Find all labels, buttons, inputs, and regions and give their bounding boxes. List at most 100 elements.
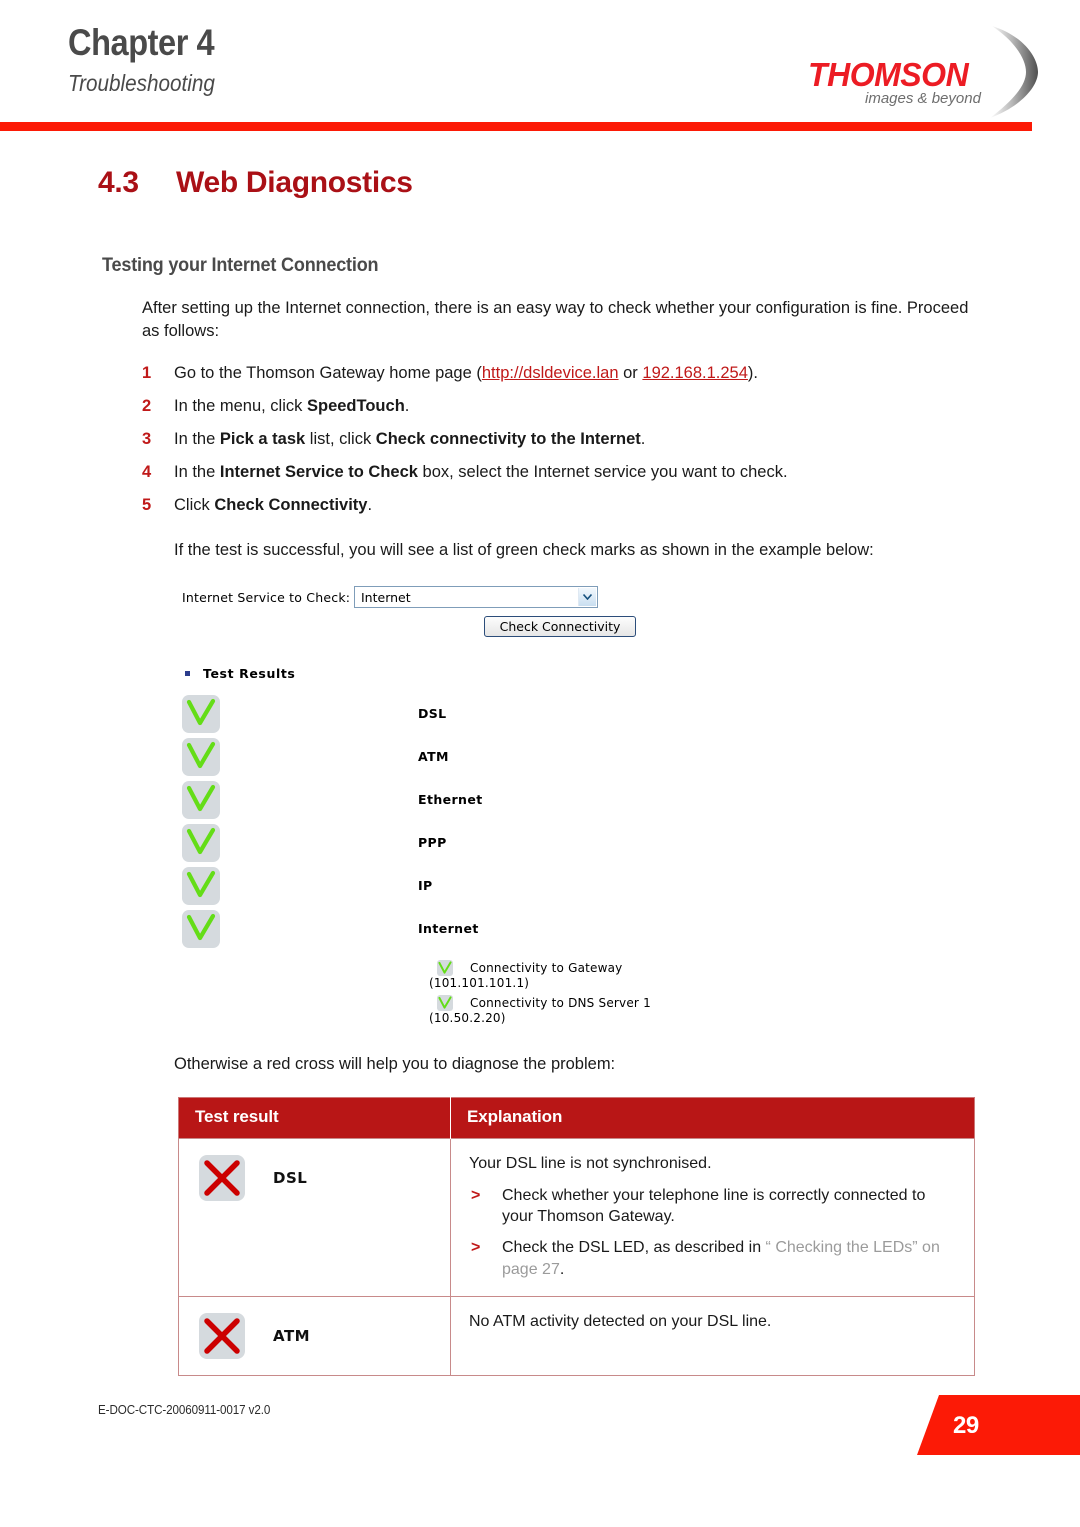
explanation-bullet: > Check the DSL LED, as described in “ Ch… xyxy=(469,1237,952,1280)
arrow-bullet-icon: > xyxy=(471,1239,481,1257)
logo-tagline: images & beyond xyxy=(865,90,981,107)
chapter-block: Chapter 4 Troubleshooting xyxy=(68,22,234,97)
bullet-text: Check the DSL LED, as described in “ Che… xyxy=(502,1239,940,1278)
test-result-label: Ethernet xyxy=(418,792,483,808)
test-result-label: DSL xyxy=(418,706,447,722)
test-result-label: IP xyxy=(418,878,433,894)
text-run: In the xyxy=(174,463,220,482)
subtest-line: Connectivity to Gateway xyxy=(437,960,882,977)
step-text: In the Pick a task list, click Check con… xyxy=(174,430,645,448)
steps-list: 1 Go to the Thomson Gateway home page (ht… xyxy=(0,362,1080,517)
test-result-table: Test result Explanation DSL Your DSL line… xyxy=(178,1096,975,1377)
table-head: Test result Explanation xyxy=(178,1097,975,1138)
check-mark-icon xyxy=(182,780,220,819)
subtest-item: Connectivity to Gateway (101.101.101.1) xyxy=(429,960,882,990)
thomson-logo: THOMSON images & beyond xyxy=(808,26,1038,118)
text-run: Check whether your telephone line is cor… xyxy=(502,1186,926,1226)
step-item: 2 In the menu, click SpeedTouch. xyxy=(142,395,980,418)
test-results-list: DSL ATM Ethernet PPP IP Internet xyxy=(182,692,882,950)
page-title: 4.3 Web Diagnostics xyxy=(98,166,413,200)
text-run: In the xyxy=(174,430,220,449)
table-row: DSL Your DSL line is not synchronised. > Ch… xyxy=(178,1137,975,1298)
step-text: Go to the Thomson Gateway home page (htt… xyxy=(174,364,758,382)
subtest-address: (10.50.2.20) xyxy=(429,1011,506,1026)
text-run: Check the DSL LED, as described in xyxy=(502,1239,766,1257)
emphasis-text: SpeedTouch xyxy=(306,396,405,415)
step-text: In the Internet Service to Check box, se… xyxy=(174,463,788,481)
emphasis-text: Internet Service to Check xyxy=(219,463,418,482)
check-mark-icon xyxy=(437,960,453,977)
test-result-cell: ATM xyxy=(178,1296,451,1377)
test-result-row: Internet xyxy=(182,907,882,950)
text-run: . xyxy=(404,396,410,415)
check-mark-icon xyxy=(182,823,220,862)
red-cross-icon xyxy=(199,1313,245,1360)
internet-service-select[interactable]: Internet xyxy=(354,586,598,609)
test-result-row: PPP xyxy=(182,821,882,864)
explanation-cell: No ATM activity detected on your DSL lin… xyxy=(450,1296,975,1377)
web-ui-screenshot: Internet Service to Check: Internet Chec… xyxy=(182,584,882,1025)
main-content: Testing your Internet Connection After s… xyxy=(0,255,1080,1377)
chapter-title: Chapter 4 xyxy=(68,22,215,63)
test-result-row: Ethernet xyxy=(182,778,882,821)
subtest-address: (101.101.101.1) xyxy=(429,976,530,991)
bullet-icon xyxy=(185,671,190,677)
check-mark-icon xyxy=(182,694,220,733)
test-result-row: DSL xyxy=(182,692,882,735)
step-number: 2 xyxy=(142,396,152,415)
step-number: 5 xyxy=(142,496,152,515)
test-result-row: ATM xyxy=(182,735,882,778)
step-text: In the menu, click SpeedTouch. xyxy=(174,397,409,415)
check-mark-icon xyxy=(182,737,220,776)
step-item: 4 In the Internet Service to Check box, s… xyxy=(142,461,980,484)
explanation-text: Your DSL line is not synchronised. xyxy=(469,1154,712,1172)
internet-service-value: Internet xyxy=(361,589,411,605)
text-run: box, select the Internet service you wan… xyxy=(417,463,788,482)
test-results-label: Test Results xyxy=(203,666,296,682)
internet-subtests-list: Connectivity to Gateway (101.101.101.1) Co… xyxy=(429,960,882,1025)
logo-wordmark: THOMSON xyxy=(808,56,969,93)
icon-wrapper: ATM xyxy=(179,1297,450,1375)
subtest-item: Connectivity to DNS Server 1 (10.50.2.20) xyxy=(429,995,882,1025)
test-name-label: DSL xyxy=(273,1168,308,1187)
emphasis-text: Pick a task xyxy=(219,430,306,449)
text-run: list, click xyxy=(305,430,376,449)
section-number: 4.3 xyxy=(98,166,139,199)
step-number: 3 xyxy=(142,430,152,449)
text-run: ). xyxy=(747,363,759,382)
text-run: . xyxy=(367,496,373,515)
footer-page-tab: 29 xyxy=(917,1395,1080,1455)
doc-link[interactable]: 192.168.1.254 xyxy=(642,364,748,382)
test-result-row: IP xyxy=(182,864,882,907)
chevron-down-icon[interactable] xyxy=(578,588,596,607)
page-header: Chapter 4 Troubleshooting THOMSON images… xyxy=(0,0,1080,131)
step-item: 3 In the Pick a task list, click Check co… xyxy=(142,428,980,451)
header-rule xyxy=(0,122,1032,131)
table-header-row: Test result Explanation xyxy=(178,1097,975,1138)
test-result-label: PPP xyxy=(418,835,447,851)
step-number: 4 xyxy=(142,463,152,482)
subtest-name: Connectivity to DNS Server 1 xyxy=(470,996,651,1011)
doc-link[interactable]: http://dsldevice.lan xyxy=(482,364,619,382)
service-select-row: Internet Service to Check: Internet xyxy=(182,584,882,610)
table-body: DSL Your DSL line is not synchronised. > Ch… xyxy=(178,1137,975,1377)
intro-paragraph: After setting up the Internet connection… xyxy=(142,299,969,341)
success-note: If the test is successful, you will see … xyxy=(174,541,874,560)
page-number: 29 xyxy=(953,1412,979,1439)
subsection-heading: Testing your Internet Connection xyxy=(102,255,379,276)
check-connectivity-row: Check Connectivity xyxy=(484,616,636,638)
check-connectivity-button[interactable]: Check Connectivity xyxy=(484,616,636,638)
logo-swoosh-icon xyxy=(976,24,1042,120)
check-mark-icon xyxy=(437,995,453,1012)
text-run: In the menu, click xyxy=(174,396,307,415)
test-result-label: ATM xyxy=(418,749,449,765)
step-item: 5 Click Check Connectivity. xyxy=(142,494,980,517)
chapter-subtitle: Troubleshooting xyxy=(68,69,215,96)
check-mark-icon xyxy=(182,909,220,948)
explanation-cell: Your DSL line is not synchronised. > Check… xyxy=(450,1137,975,1298)
test-results-heading: Test Results xyxy=(182,666,882,681)
table-row: ATM No ATM activity detected on your DSL … xyxy=(178,1296,975,1377)
emphasis-text: Check connectivity to the Internet xyxy=(375,430,641,449)
subtest-name: Connectivity to Gateway xyxy=(470,961,623,976)
test-result-label: Internet xyxy=(418,921,479,937)
